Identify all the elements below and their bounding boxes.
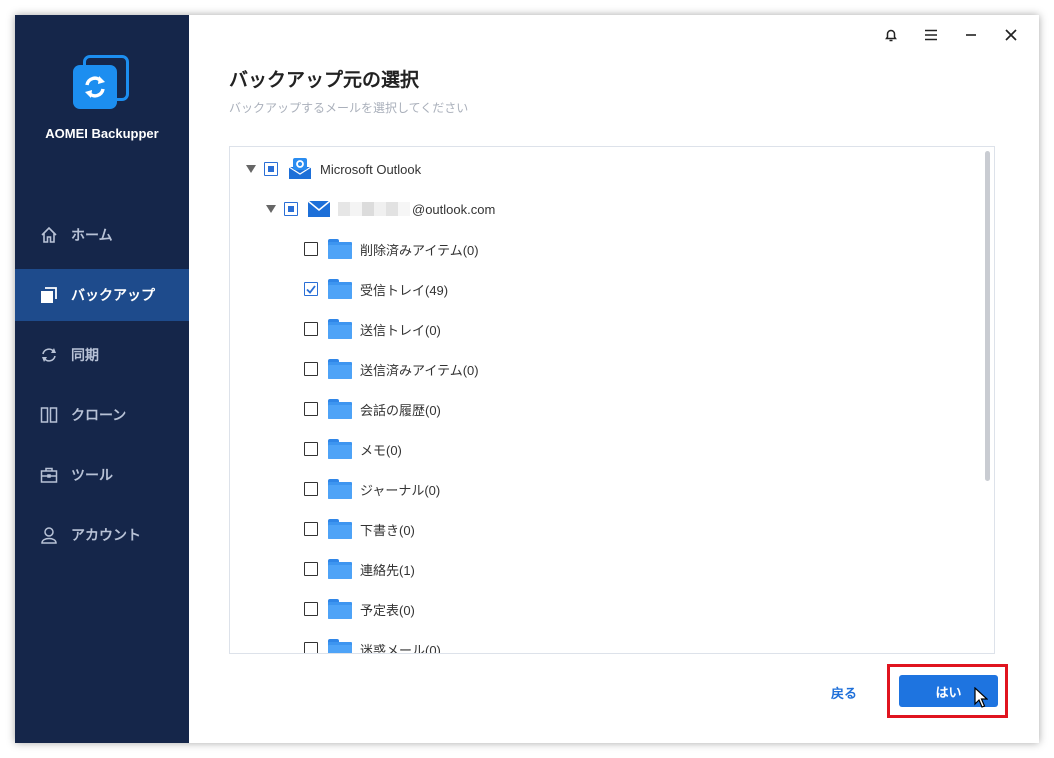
- sidebar-item-backup[interactable]: バックアップ: [15, 269, 189, 321]
- tree-row-folder: 送信トレイ(0): [304, 317, 441, 341]
- minimize-button[interactable]: [953, 23, 989, 47]
- tree-row-account: @outlook.com: [264, 197, 495, 221]
- folder-label: 下書き(0): [360, 522, 415, 538]
- folder-label: 予定表(0): [360, 602, 415, 618]
- folder-checkbox[interactable]: [304, 362, 318, 376]
- folder-checkbox[interactable]: [304, 282, 318, 296]
- window-controls: [873, 23, 1029, 47]
- sidebar-item-label: クローン: [71, 407, 127, 423]
- home-icon: [39, 225, 59, 245]
- backup-icon: [39, 285, 59, 305]
- account-checkbox[interactable]: [284, 202, 298, 216]
- folder-checkbox[interactable]: [304, 322, 318, 336]
- tree-row-folder: 下書き(0): [304, 517, 415, 541]
- notification-button[interactable]: [873, 23, 909, 47]
- folder-icon: [328, 559, 352, 579]
- folder-label: 受信トレイ(49): [360, 282, 449, 298]
- folder-label: 送信トレイ(0): [360, 322, 441, 338]
- folder-checkbox[interactable]: [304, 562, 318, 576]
- folder-checkbox[interactable]: [304, 402, 318, 416]
- sync-icon: [39, 345, 59, 365]
- folder-label: 迷惑メール(0): [360, 642, 441, 654]
- folder-icon: [328, 639, 352, 653]
- folder-icon: [328, 439, 352, 459]
- app-name: AOMEI Backupper: [45, 126, 159, 141]
- sidebar-item-sync[interactable]: 同期: [15, 329, 189, 381]
- bell-icon: [885, 29, 897, 42]
- menu-icon: [925, 29, 937, 41]
- folder-icon: [328, 479, 352, 499]
- folder-icon: [328, 519, 352, 539]
- sidebar-item-label: アカウント: [71, 527, 141, 543]
- folder-icon: [328, 239, 352, 259]
- mail-tree: Microsoft Outlook @outlook.com 削除済みアイテム(…: [229, 146, 995, 654]
- mouse-cursor-icon: [974, 687, 988, 708]
- folder-checkbox[interactable]: [304, 442, 318, 456]
- tree-row-outlook: Microsoft Outlook: [244, 157, 421, 181]
- sidebar-item-label: ホーム: [71, 227, 113, 243]
- sidebar-item-label: ツール: [71, 467, 113, 483]
- outlook-icon: [288, 158, 312, 180]
- page-subtitle: バックアップするメールを選択してください: [229, 101, 469, 115]
- sidebar-nav: ホーム バックアップ 同期 クローン ツール アカウント: [15, 209, 189, 569]
- sidebar-item-home[interactable]: ホーム: [15, 209, 189, 261]
- tree-row-folder: メモ(0): [304, 437, 402, 461]
- account-label: @outlook.com: [412, 201, 496, 217]
- sidebar-item-account[interactable]: アカウント: [15, 509, 189, 561]
- folder-label: 送信済みアイテム(0): [360, 362, 479, 378]
- folder-checkbox[interactable]: [304, 482, 318, 496]
- mail-icon: [308, 201, 330, 217]
- folder-label: 会話の履歴(0): [360, 402, 441, 418]
- folder-checkbox[interactable]: [304, 602, 318, 616]
- tree-row-folder: 予定表(0): [304, 597, 415, 621]
- menu-button[interactable]: [913, 23, 949, 47]
- sidebar: AOMEI Backupper ホーム バックアップ 同期 クローン ツール ア…: [15, 15, 189, 743]
- yes-button-label: はい: [935, 684, 962, 700]
- sidebar-item-label: バックアップ: [71, 287, 155, 303]
- folder-label: 削除済みアイテム(0): [360, 242, 479, 258]
- outlook-checkbox[interactable]: [264, 162, 278, 176]
- folder-checkbox[interactable]: [304, 522, 318, 536]
- folder-label: メモ(0): [360, 442, 402, 458]
- app-window: AOMEI Backupper ホーム バックアップ 同期 クローン ツール ア…: [15, 15, 1039, 743]
- tree-row-folder: 連絡先(1): [304, 557, 415, 581]
- tree-row-folder: 削除済みアイテム(0): [304, 237, 479, 261]
- minimize-icon: [966, 34, 976, 36]
- close-button[interactable]: [993, 23, 1029, 47]
- folder-checkbox[interactable]: [304, 242, 318, 256]
- tools-icon: [39, 465, 59, 485]
- account-icon: [39, 525, 59, 545]
- tree-row-folder: 会話の履歴(0): [304, 397, 441, 421]
- tree-row-folder: 送信済みアイテム(0): [304, 357, 479, 381]
- main-panel: バックアップ元の選択 バックアップするメールを選択してください Microsof…: [189, 15, 1039, 743]
- outlook-label: Microsoft Outlook: [320, 161, 422, 177]
- tree-row-folder: 受信トレイ(49): [304, 277, 448, 301]
- folder-icon: [328, 359, 352, 379]
- folder-checkbox[interactable]: [304, 642, 318, 653]
- expand-arrow-icon[interactable]: [244, 162, 258, 176]
- sidebar-item-clone[interactable]: クローン: [15, 389, 189, 441]
- folder-icon: [328, 319, 352, 339]
- folder-label: ジャーナル(0): [360, 482, 441, 498]
- folder-label: 連絡先(1): [360, 562, 415, 578]
- folder-icon: [328, 279, 352, 299]
- tree-row-folder: ジャーナル(0): [304, 477, 440, 501]
- clone-icon: [39, 405, 59, 425]
- sidebar-item-tools[interactable]: ツール: [15, 449, 189, 501]
- folder-icon: [328, 399, 352, 419]
- redacted-email-name: [338, 202, 410, 216]
- tree-scrollbar[interactable]: [985, 151, 990, 481]
- app-logo: [73, 55, 133, 113]
- checkmark-icon: [306, 284, 316, 294]
- tree-row-folder: 迷惑メール(0): [304, 637, 441, 654]
- close-icon: [1005, 29, 1017, 41]
- sidebar-item-label: 同期: [71, 347, 99, 363]
- back-button[interactable]: 戻る: [831, 683, 857, 702]
- folder-icon: [328, 599, 352, 619]
- page-title: バックアップ元の選択: [229, 70, 420, 91]
- expand-arrow-icon[interactable]: [264, 202, 278, 216]
